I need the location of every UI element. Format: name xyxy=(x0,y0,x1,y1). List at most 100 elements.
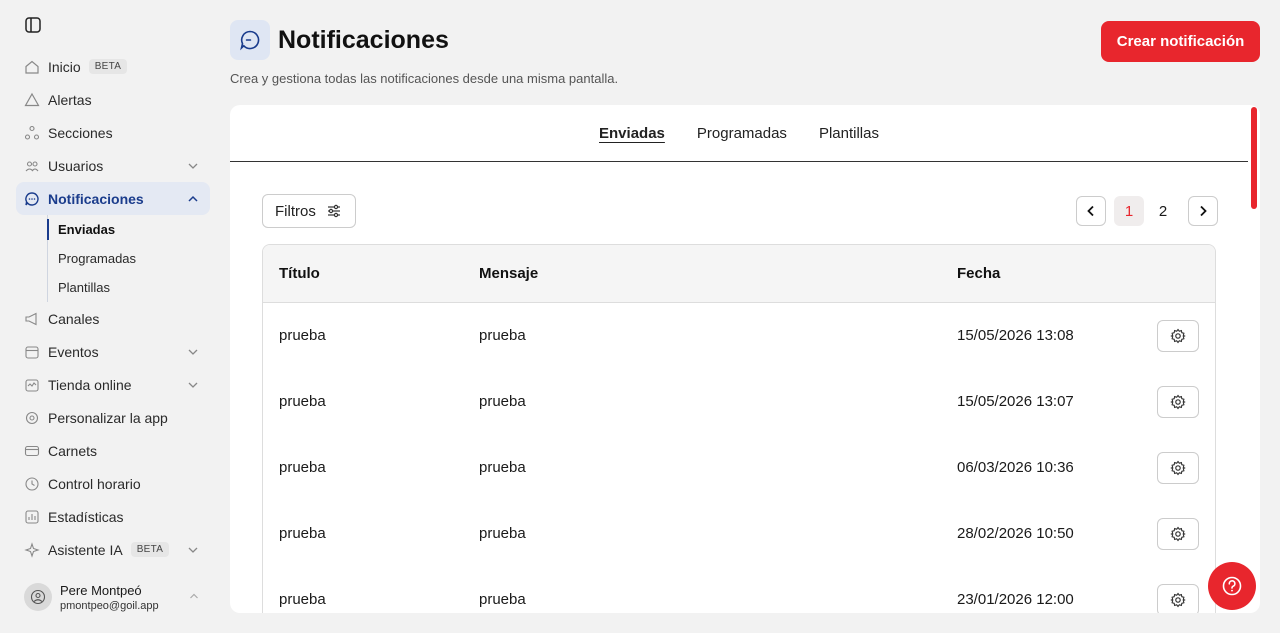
sidebar-item-label: Personalizar la app xyxy=(48,409,168,426)
pagination: 1 2 xyxy=(1076,196,1218,226)
sidebar-item-alertas[interactable]: Alertas xyxy=(16,83,210,116)
chevron-down-icon xyxy=(188,382,198,388)
avatar xyxy=(24,583,52,611)
column-header-mensaje: Mensaje xyxy=(479,265,539,282)
sidebar: Inicio BETA Alertas Secciones Usuarios N… xyxy=(0,0,220,633)
sidebar-item-inicio[interactable]: Inicio BETA xyxy=(16,50,210,83)
home-icon xyxy=(24,59,40,75)
sidebar-item-label: Eventos xyxy=(48,343,99,360)
sidebar-item-usuarios[interactable]: Usuarios xyxy=(16,149,210,182)
chevron-down-icon xyxy=(188,547,198,553)
sidebar-item-label: Secciones xyxy=(48,124,113,141)
sidebar-item-carnets[interactable]: Carnets xyxy=(16,434,210,467)
filters-label: Filtros xyxy=(275,202,316,220)
sparkle-icon xyxy=(24,541,40,558)
row-settings-button[interactable] xyxy=(1157,452,1199,484)
table-row: prueba prueba 06/03/2026 10:36 xyxy=(263,435,1215,501)
megaphone-icon xyxy=(24,311,40,327)
sidebar-item-label: Canales xyxy=(48,310,100,327)
beta-badge: BETA xyxy=(88,59,128,74)
sidebar-item-canales[interactable]: Canales xyxy=(16,302,210,335)
card-icon xyxy=(24,443,40,459)
row-message: prueba xyxy=(479,459,526,476)
gear-icon xyxy=(1170,328,1186,344)
table-row: prueba prueba 15/05/2026 13:07 xyxy=(263,369,1215,435)
user-icon xyxy=(30,589,46,605)
row-message: prueba xyxy=(479,327,526,344)
sidebar-subitem-programadas[interactable]: Programadas xyxy=(48,244,210,273)
sidebar-toggle-icon[interactable] xyxy=(24,16,42,34)
stats-icon xyxy=(24,509,40,525)
row-message: prueba xyxy=(479,393,526,410)
row-date: 15/05/2026 13:08 xyxy=(957,327,1074,344)
sidebar-item-label: Notificaciones xyxy=(48,190,144,207)
user-email: pmontpeo@goil.app xyxy=(60,599,159,612)
page-title: Notificaciones xyxy=(278,26,449,54)
row-title: prueba xyxy=(279,591,326,608)
store-icon xyxy=(24,377,40,393)
sidebar-item-secciones[interactable]: Secciones xyxy=(16,116,210,149)
beta-badge: BETA xyxy=(130,542,170,557)
sidebar-item-personalizar[interactable]: Personalizar la app xyxy=(16,401,210,434)
sidebar-item-label: Inicio xyxy=(48,58,81,75)
chat-bubble-icon xyxy=(240,30,260,51)
sidebar-subitem-enviadas[interactable]: Enviadas xyxy=(47,215,210,244)
row-settings-button[interactable] xyxy=(1157,584,1199,613)
filters-button[interactable]: Filtros xyxy=(262,194,356,228)
page-icon xyxy=(230,20,270,60)
next-page-button[interactable] xyxy=(1188,196,1218,226)
sidebar-item-estadisticas[interactable]: Estadísticas xyxy=(16,500,210,533)
sidebar-item-label: Estadísticas xyxy=(48,508,124,525)
row-settings-button[interactable] xyxy=(1157,320,1199,352)
sidebar-nav: Inicio BETA Alertas Secciones Usuarios N… xyxy=(16,50,210,566)
sidebar-subitem-plantillas[interactable]: Plantillas xyxy=(48,273,210,302)
sidebar-item-notificaciones[interactable]: Notificaciones xyxy=(16,182,210,215)
column-header-fecha: Fecha xyxy=(957,265,1001,282)
sections-icon xyxy=(24,125,40,141)
help-button[interactable] xyxy=(1208,562,1256,610)
sliders-icon xyxy=(327,204,340,218)
sidebar-item-label: Usuarios xyxy=(48,157,104,174)
page-1-button[interactable]: 1 xyxy=(1114,196,1144,226)
tab-plantillas[interactable]: Plantillas xyxy=(819,125,879,142)
row-message: prueba xyxy=(479,591,526,608)
sidebar-item-label: Control horario xyxy=(48,475,141,492)
sidebar-item-label: Asistente IA xyxy=(48,541,123,558)
sidebar-item-label: Carnets xyxy=(48,442,98,459)
row-title: prueba xyxy=(279,393,326,410)
create-notification-button[interactable]: Crear notificación xyxy=(1101,21,1260,62)
gear-icon xyxy=(1170,526,1186,542)
question-icon xyxy=(1222,576,1242,596)
row-date: 23/01/2026 12:00 xyxy=(957,591,1074,608)
page-subtitle: Crea y gestiona todas las notificaciones… xyxy=(230,71,619,86)
sidebar-item-eventos[interactable]: Eventos xyxy=(16,335,210,368)
row-date: 28/02/2026 10:50 xyxy=(957,525,1074,542)
table-row: prueba prueba 15/05/2026 13:08 xyxy=(263,303,1215,369)
user-name: Pere Montpeó xyxy=(60,582,142,598)
row-message: prueba xyxy=(479,525,526,542)
scrollbar[interactable] xyxy=(1251,107,1257,209)
row-settings-button[interactable] xyxy=(1157,518,1199,550)
row-date: 06/03/2026 10:36 xyxy=(957,459,1074,476)
table-row: prueba prueba 28/02/2026 10:50 xyxy=(263,501,1215,567)
alert-triangle-icon xyxy=(24,92,40,108)
chevron-down-icon xyxy=(188,349,198,355)
row-title: prueba xyxy=(279,525,326,542)
tab-programadas[interactable]: Programadas xyxy=(697,125,787,142)
prev-page-button[interactable] xyxy=(1076,196,1106,226)
page-2-button[interactable]: 2 xyxy=(1148,196,1178,226)
sidebar-item-label: Alertas xyxy=(48,91,92,108)
sidebar-item-asistente-ia[interactable]: Asistente IA BETA xyxy=(16,533,210,566)
sidebar-item-tienda-online[interactable]: Tienda online xyxy=(16,368,210,401)
table-row: prueba prueba 23/01/2026 12:00 xyxy=(263,567,1215,613)
chevron-up-icon xyxy=(188,195,198,202)
notifications-card: Enviadas Programadas Plantillas Filtros … xyxy=(230,105,1260,613)
tabs: Enviadas Programadas Plantillas xyxy=(230,105,1248,162)
gear-icon xyxy=(1170,592,1186,608)
calendar-icon xyxy=(24,344,40,360)
gear-icon xyxy=(1170,394,1186,410)
row-settings-button[interactable] xyxy=(1157,386,1199,418)
tab-enviadas[interactable]: Enviadas xyxy=(599,125,665,142)
sidebar-item-control-horario[interactable]: Control horario xyxy=(16,467,210,500)
user-menu[interactable]: Pere Montpeó pmontpeo@goil.app xyxy=(16,578,210,616)
